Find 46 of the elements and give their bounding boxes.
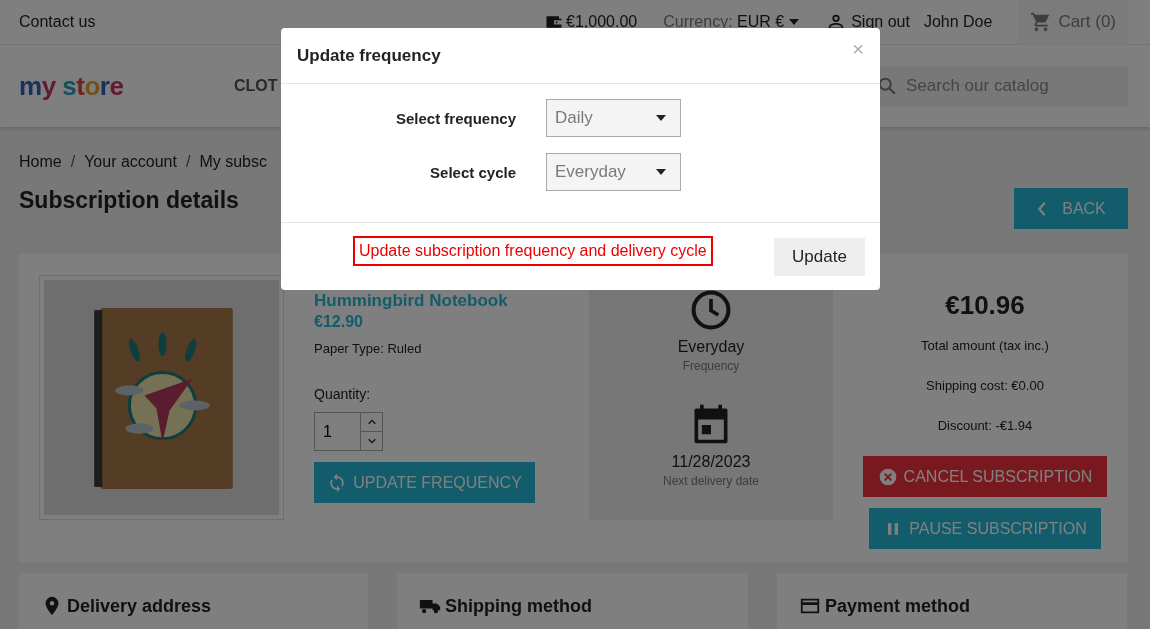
product-price: €12.90 — [314, 313, 363, 331]
page-title: Subscription details — [19, 188, 239, 212]
next-delivery-date: 11/28/2023 — [671, 453, 751, 471]
total-label: Total amount (tax inc.) — [921, 338, 1049, 353]
modal-title: Update frequency — [297, 46, 441, 66]
clock-icon — [689, 288, 733, 332]
caret-icon — [789, 18, 800, 26]
currency-selector[interactable]: Currency: EUR € — [663, 13, 800, 31]
increment-button[interactable] — [361, 412, 383, 432]
breadcrumb-separator: / — [70, 153, 76, 171]
close-circle-icon — [877, 466, 898, 487]
store-logo[interactable]: my store — [19, 70, 234, 102]
field-label: Select cycle — [429, 163, 516, 181]
cart-button[interactable]: Cart (0) — [1018, 0, 1128, 45]
discount-amount: Discount: -€1.94 — [937, 418, 1033, 433]
chevron-up-icon — [366, 418, 377, 426]
user-name-link[interactable]: John Doe — [923, 13, 993, 31]
section-title: Payment method — [825, 595, 971, 617]
shipping-cost: Shipping cost: €0.00 — [926, 378, 1044, 393]
chevron-down-icon — [366, 437, 377, 445]
decrement-button[interactable] — [361, 432, 383, 451]
product-attribute: Paper Type: Ruled — [314, 341, 422, 356]
dropdown[interactable]: Everyday — [546, 153, 681, 191]
breadcrumb-link[interactable]: Home — [19, 153, 62, 171]
dropdown[interactable]: Daily — [546, 99, 681, 137]
field-label: Select frequency — [394, 109, 516, 127]
breadcrumb-link[interactable]: My subsc — [199, 153, 267, 171]
section-title: Shipping method — [445, 595, 592, 617]
hint-text: Update subscription frequency and delivery cycle — [353, 236, 713, 266]
breadcrumb-link[interactable]: Your account — [84, 153, 177, 171]
section-title: Delivery address — [67, 595, 212, 617]
breadcrumb-separator: / — [185, 153, 191, 171]
next-delivery-label: Next delivery date — [662, 474, 759, 488]
contact-link[interactable]: Contact us — [19, 13, 96, 31]
caret-icon — [656, 168, 666, 176]
total-amount: €10.96 — [945, 290, 1025, 320]
update-button[interactable]: Update — [774, 238, 865, 276]
cancel-subscription-button[interactable]: CANCEL SUBSCRIPTION — [863, 456, 1107, 497]
wallet-balance: €1,000.00 — [566, 13, 638, 31]
quantity-label: Quantity: — [314, 386, 371, 402]
caret-icon — [656, 114, 666, 122]
quantity-field[interactable]: 1 — [314, 412, 361, 451]
frequency-value: Everyday — [677, 338, 745, 356]
close-button[interactable]: × — [852, 38, 864, 61]
menu-item[interactable]: CLOT — [234, 77, 278, 95]
frequency-label: Frequency — [682, 359, 740, 373]
